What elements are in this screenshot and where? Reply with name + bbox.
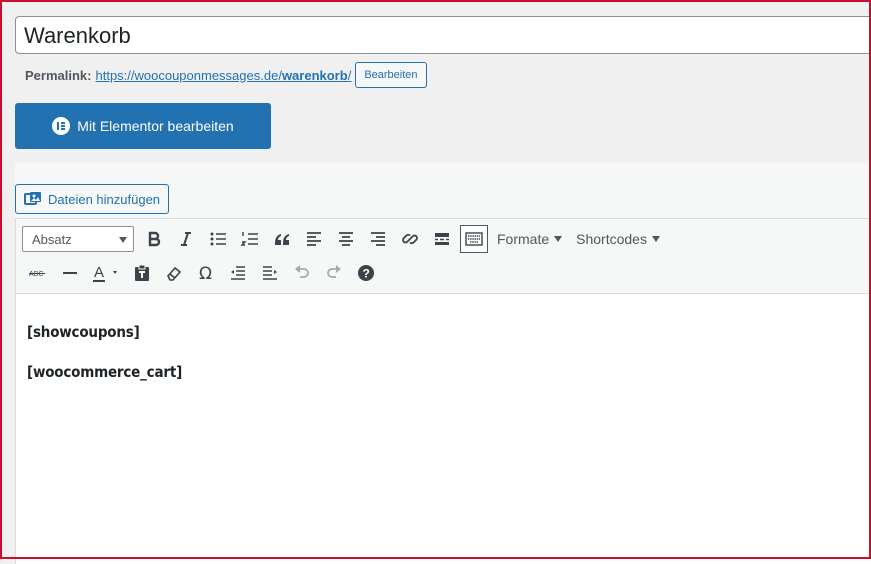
editor-content-area[interactable]: [showcoupons] [woocommerce_cart] bbox=[15, 294, 871, 564]
read-more-button[interactable] bbox=[426, 225, 458, 253]
quote-icon bbox=[275, 234, 289, 245]
read-more-icon bbox=[435, 233, 449, 245]
permalink-row: Permalink: https://woocouponmessages.de/… bbox=[25, 62, 427, 88]
clipboard-icon bbox=[135, 264, 149, 281]
align-right-button[interactable] bbox=[362, 225, 394, 253]
align-left-button[interactable] bbox=[298, 225, 330, 253]
permalink-label: Permalink: bbox=[25, 67, 92, 83]
eraser-icon bbox=[167, 266, 182, 281]
text-color-icon: A bbox=[93, 264, 117, 282]
add-media-label: Dateien hinzufügen bbox=[48, 191, 161, 207]
paragraph-format-value: Absatz bbox=[32, 231, 72, 247]
horizontal-line-button[interactable] bbox=[54, 259, 86, 287]
insert-link-button[interactable] bbox=[394, 225, 426, 253]
indent-icon bbox=[263, 266, 277, 280]
toolbar-row-2: ABC A Ω ? bbox=[22, 258, 382, 288]
permalink-link[interactable]: https://woocouponmessages.de/warenkorb/ bbox=[95, 68, 351, 83]
keyboard-shortcuts-button[interactable]: ? bbox=[350, 259, 382, 287]
editor-toolbar: Absatz Formate Shortcodes ABC A Ω ? bbox=[15, 218, 871, 294]
elementor-icon bbox=[52, 117, 71, 135]
edit-with-elementor-button[interactable]: Mit Elementor bearbeiten bbox=[15, 103, 271, 149]
content-paragraph: [showcoupons] bbox=[27, 323, 140, 341]
link-icon bbox=[402, 233, 418, 245]
svg-text:A: A bbox=[94, 264, 104, 281]
horizontal-line-icon bbox=[63, 272, 77, 274]
numbered-list-icon bbox=[240, 232, 258, 246]
help-icon: ? bbox=[358, 265, 374, 281]
undo-icon bbox=[295, 265, 309, 278]
shortcodes-menu-label: Shortcodes bbox=[576, 231, 647, 247]
post-title-input[interactable]: Warenkorb bbox=[15, 16, 871, 54]
permalink-url-suffix: / bbox=[347, 67, 352, 83]
italic-icon bbox=[181, 232, 191, 246]
svg-text:ABC: ABC bbox=[29, 271, 43, 278]
bulleted-list-button[interactable] bbox=[202, 225, 234, 253]
edit-permalink-button[interactable]: Bearbeiten bbox=[355, 62, 427, 88]
blockquote-button[interactable] bbox=[266, 225, 298, 253]
omega-icon: Ω bbox=[199, 264, 212, 283]
paste-as-text-button[interactable] bbox=[126, 259, 158, 287]
outdent-icon bbox=[231, 266, 245, 280]
keyboard-icon bbox=[465, 232, 483, 246]
italic-button[interactable] bbox=[170, 225, 202, 253]
bold-icon bbox=[148, 231, 161, 247]
text-color-button[interactable]: A bbox=[86, 259, 126, 287]
strikethrough-icon: ABC bbox=[29, 271, 45, 278]
toolbar-toggle-button[interactable] bbox=[460, 225, 488, 253]
strikethrough-button[interactable]: ABC bbox=[22, 259, 54, 287]
align-center-button[interactable] bbox=[330, 225, 362, 253]
chevron-down-icon bbox=[119, 237, 127, 243]
indent-button[interactable] bbox=[254, 259, 286, 287]
bold-button[interactable] bbox=[138, 225, 170, 253]
toolbar-row-1: Absatz Formate Shortcodes bbox=[22, 224, 667, 254]
outdent-button[interactable] bbox=[222, 259, 254, 287]
paragraph-format-select[interactable]: Absatz bbox=[22, 226, 134, 252]
elementor-button-label: Mit Elementor bearbeiten bbox=[77, 118, 234, 134]
clear-formatting-button[interactable] bbox=[158, 259, 190, 287]
align-left-icon bbox=[307, 232, 321, 246]
numbered-list-button[interactable] bbox=[234, 225, 266, 253]
formats-menu-button[interactable]: Formate bbox=[490, 225, 569, 253]
bulleted-list-icon bbox=[210, 232, 226, 246]
add-media-button[interactable]: Dateien hinzufügen bbox=[15, 184, 169, 214]
svg-text:?: ? bbox=[363, 267, 370, 281]
align-center-icon bbox=[339, 232, 353, 246]
redo-button[interactable] bbox=[318, 259, 350, 287]
content-paragraph: [woocommerce_cart] bbox=[27, 363, 183, 381]
formats-menu-label: Formate bbox=[497, 231, 550, 247]
redo-icon bbox=[327, 265, 341, 278]
caret-down-icon bbox=[651, 236, 660, 242]
caret-down-icon bbox=[554, 236, 563, 242]
svg-text:Ω: Ω bbox=[199, 264, 212, 283]
undo-button[interactable] bbox=[286, 259, 318, 287]
permalink-url-prefix: https://woocouponmessages.de/ bbox=[95, 67, 282, 83]
special-character-button[interactable]: Ω bbox=[190, 259, 222, 287]
shortcodes-menu-button[interactable]: Shortcodes bbox=[569, 225, 667, 253]
align-right-icon bbox=[371, 232, 385, 246]
media-icon bbox=[24, 192, 41, 205]
permalink-slug: warenkorb bbox=[281, 67, 348, 83]
